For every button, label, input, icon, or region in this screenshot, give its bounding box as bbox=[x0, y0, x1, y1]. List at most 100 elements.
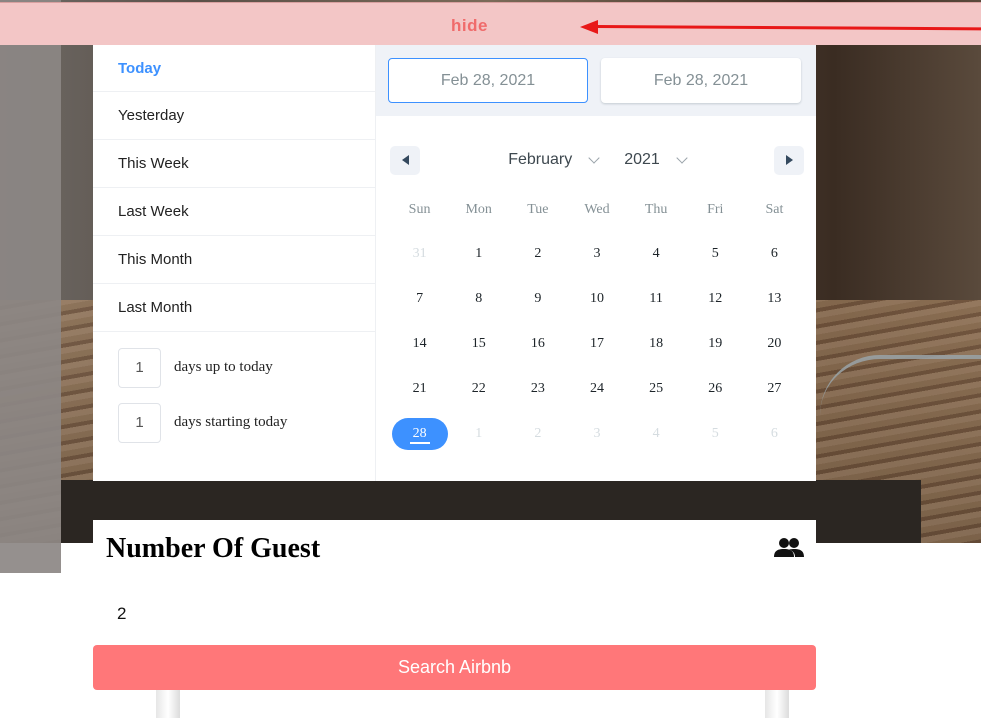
day-cell[interactable]: 12 bbox=[686, 276, 745, 321]
day-number: 1 bbox=[475, 245, 483, 261]
day-cell[interactable]: 21 bbox=[390, 366, 449, 411]
start-date-input[interactable]: Feb 28, 2021 bbox=[388, 58, 588, 103]
day-cell[interactable]: 16 bbox=[508, 321, 567, 366]
caret-left-icon bbox=[401, 155, 409, 165]
day-cell[interactable]: 6 bbox=[745, 231, 804, 276]
end-date-input[interactable]: Feb 28, 2021 bbox=[601, 58, 801, 103]
left-overlay-panel bbox=[0, 0, 61, 573]
day-cell[interactable]: 5 bbox=[686, 411, 745, 456]
range-item[interactable]: Today bbox=[93, 45, 375, 92]
day-cell[interactable]: 26 bbox=[686, 366, 745, 411]
day-cell[interactable]: 13 bbox=[745, 276, 804, 321]
day-cell[interactable]: 24 bbox=[567, 366, 626, 411]
day-number: 14 bbox=[412, 335, 427, 351]
day-cell[interactable]: 18 bbox=[627, 321, 686, 366]
day-cell[interactable]: 5 bbox=[686, 231, 745, 276]
day-number: 6 bbox=[770, 245, 778, 261]
guest-title: Number Of Guest bbox=[106, 533, 321, 564]
day-cell[interactable]: 20 bbox=[745, 321, 804, 366]
hide-label[interactable]: hide bbox=[451, 16, 488, 36]
weekday-label: Fri bbox=[707, 202, 724, 217]
day-cell[interactable]: 19 bbox=[686, 321, 745, 366]
day-number: 2 bbox=[534, 425, 542, 441]
day-cell-selected[interactable]: 28 bbox=[390, 411, 449, 456]
weekday-header: Sun Mon Tue Wed Thu Fri Sat bbox=[390, 202, 804, 218]
day-cell[interactable]: 2 bbox=[508, 231, 567, 276]
day-number: 10 bbox=[589, 290, 604, 306]
day-number: 11 bbox=[649, 290, 663, 306]
search-button[interactable]: Search Airbnb bbox=[93, 645, 816, 690]
day-cell[interactable]: 10 bbox=[567, 276, 626, 321]
month-year-pickers: February 2021 bbox=[420, 151, 774, 169]
day-number: 23 bbox=[530, 380, 545, 396]
weekday-label: Sun bbox=[408, 202, 431, 217]
day-number: 5 bbox=[711, 245, 719, 261]
day-cell[interactable]: 25 bbox=[627, 366, 686, 411]
day-number: 22 bbox=[471, 380, 486, 396]
month-select-value: February bbox=[508, 151, 573, 168]
range-item[interactable]: This Month bbox=[93, 236, 375, 284]
range-item[interactable]: Yesterday bbox=[93, 92, 375, 140]
day-cell[interactable]: 23 bbox=[508, 366, 567, 411]
day-grid: 31 1 2 3 4 5 6 7 8 9 10 11 12 13 14 15 16 17 18 19 20 21 22 23 2… bbox=[390, 231, 804, 456]
day-number: 26 bbox=[708, 380, 723, 396]
day-number: 24 bbox=[589, 380, 604, 396]
guest-section: Number Of Guest 2 bbox=[93, 520, 816, 645]
month-navigation: February 2021 bbox=[390, 145, 804, 175]
day-cell[interactable]: 1 bbox=[449, 231, 508, 276]
day-number: 18 bbox=[649, 335, 664, 351]
day-number: 8 bbox=[475, 290, 483, 306]
day-cell[interactable]: 2 bbox=[508, 411, 567, 456]
day-cell[interactable]: 3 bbox=[567, 231, 626, 276]
days-number-input[interactable]: 1 bbox=[118, 402, 161, 443]
static-range-list: Today Yesterday This Week Last Week This Mon… bbox=[93, 45, 375, 332]
range-item[interactable]: Last Week bbox=[93, 188, 375, 236]
date-display: Feb 28, 2021 Feb 28, 2021 bbox=[376, 45, 816, 116]
hide-bar[interactable]: hide bbox=[0, 2, 981, 45]
day-number: 4 bbox=[652, 245, 660, 261]
year-select[interactable]: 2021 bbox=[624, 151, 688, 169]
decorative-pillar bbox=[765, 690, 789, 718]
calendar: Feb 28, 2021 Feb 28, 2021 February 2021 bbox=[376, 45, 816, 481]
chevron-down-icon bbox=[588, 152, 600, 164]
day-cell[interactable]: 8 bbox=[449, 276, 508, 321]
day-number: 6 bbox=[770, 425, 778, 441]
range-item[interactable]: This Week bbox=[93, 140, 375, 188]
weekday-label: Wed bbox=[584, 202, 610, 217]
day-cell[interactable]: 17 bbox=[567, 321, 626, 366]
next-month-button[interactable] bbox=[774, 145, 804, 175]
day-number: 5 bbox=[711, 425, 719, 441]
day-cell[interactable]: 3 bbox=[567, 411, 626, 456]
day-cell[interactable]: 22 bbox=[449, 366, 508, 411]
day-number: 15 bbox=[471, 335, 486, 351]
day-cell[interactable]: 4 bbox=[627, 411, 686, 456]
range-item[interactable]: Last Month bbox=[93, 284, 375, 332]
input-range-row: 1 days up to today bbox=[93, 340, 375, 395]
month-select[interactable]: February bbox=[508, 151, 600, 169]
day-cell[interactable]: 31 bbox=[390, 231, 449, 276]
day-cell[interactable]: 1 bbox=[449, 411, 508, 456]
day-cell[interactable]: 11 bbox=[627, 276, 686, 321]
day-number: 2 bbox=[534, 245, 542, 261]
day-number: 19 bbox=[708, 335, 723, 351]
day-number: 7 bbox=[416, 290, 424, 306]
day-cell[interactable]: 4 bbox=[627, 231, 686, 276]
day-number: 27 bbox=[767, 380, 782, 396]
day-cell[interactable]: 14 bbox=[390, 321, 449, 366]
input-range-list: 1 days up to today 1 days starting today bbox=[93, 340, 375, 450]
people-icon bbox=[774, 538, 804, 557]
day-number: 9 bbox=[534, 290, 542, 306]
day-number: 31 bbox=[412, 245, 427, 261]
day-cell[interactable]: 15 bbox=[449, 321, 508, 366]
input-range-label: days starting today bbox=[174, 414, 288, 430]
day-cell[interactable]: 27 bbox=[745, 366, 804, 411]
day-cell[interactable]: 6 bbox=[745, 411, 804, 456]
day-number: 17 bbox=[589, 335, 604, 351]
day-number: 25 bbox=[649, 380, 664, 396]
prev-month-button[interactable] bbox=[390, 145, 420, 175]
guest-count-input[interactable]: 2 bbox=[117, 604, 126, 624]
day-cell[interactable]: 9 bbox=[508, 276, 567, 321]
days-number-input[interactable]: 1 bbox=[118, 347, 161, 388]
day-number: 13 bbox=[767, 290, 782, 306]
day-cell[interactable]: 7 bbox=[390, 276, 449, 321]
